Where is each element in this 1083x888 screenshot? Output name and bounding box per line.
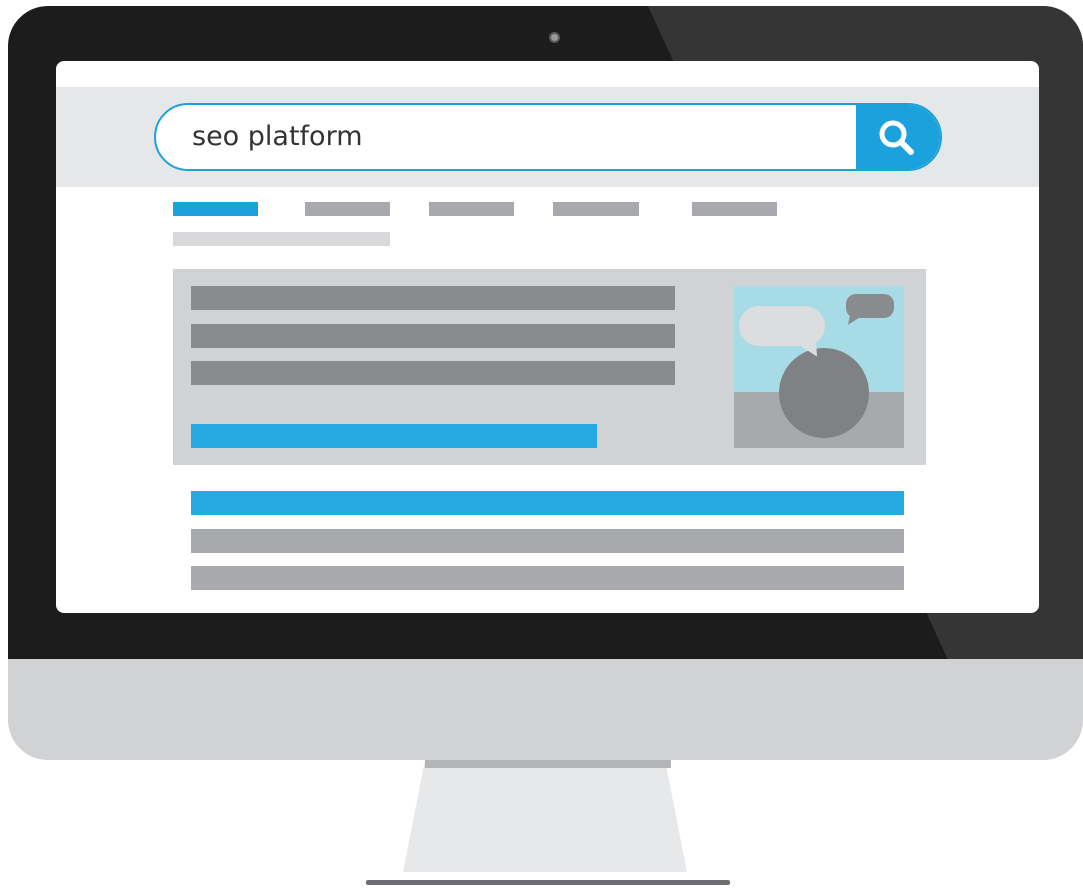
card-text-line <box>191 286 675 310</box>
result-snippet-line <box>191 566 904 590</box>
result-title-link[interactable] <box>191 491 904 515</box>
tab-3[interactable] <box>429 202 514 216</box>
search-button[interactable] <box>856 105 940 169</box>
featured-result-card[interactable] <box>173 269 926 465</box>
tab-5[interactable] <box>692 202 777 216</box>
speech-bubble-small-icon <box>846 294 894 318</box>
card-text-line <box>191 324 675 348</box>
monitor-chin <box>8 659 1083 760</box>
tab-all[interactable] <box>173 202 258 216</box>
card-text-line <box>191 361 675 385</box>
results-count-placeholder <box>173 232 390 246</box>
speech-bubble-icon <box>739 306 825 346</box>
browser-screen: seo platform <box>56 61 1039 613</box>
monitor-stand-shadow <box>425 760 671 768</box>
tab-4[interactable] <box>553 202 639 216</box>
search-input[interactable]: seo platform <box>192 105 363 169</box>
search-icon <box>879 120 914 155</box>
card-link[interactable] <box>191 424 597 448</box>
search-bar[interactable]: seo platform <box>154 103 942 171</box>
result-snippet-line <box>191 529 904 553</box>
tab-2[interactable] <box>305 202 390 216</box>
camera-icon <box>549 32 560 43</box>
monitor-stand <box>403 760 687 872</box>
monitor-stand-base <box>366 880 730 885</box>
user-avatar-icon <box>779 348 869 438</box>
result-thumbnail[interactable] <box>734 286 904 448</box>
